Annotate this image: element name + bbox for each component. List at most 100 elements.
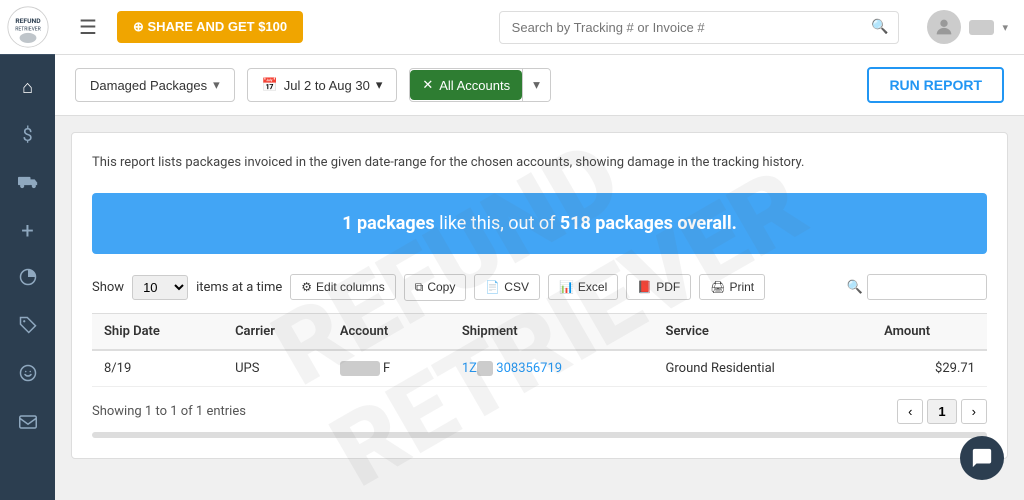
report-type-dropdown[interactable]: Damaged Packages ▾ bbox=[75, 68, 235, 102]
report-controls-bar: Damaged Packages ▾ 📅 Jul 2 to Aug 30 ▾ ✕… bbox=[55, 55, 1024, 116]
chat-icon bbox=[971, 447, 993, 469]
svg-text:RETRIEVER: RETRIEVER bbox=[15, 26, 41, 32]
svg-text:REFUND: REFUND bbox=[15, 17, 41, 25]
user-menu-chevron-icon: ▾ bbox=[1002, 21, 1008, 34]
stats-text-middle: like this, out of bbox=[439, 213, 560, 234]
run-report-button[interactable]: RUN REPORT bbox=[867, 67, 1004, 103]
date-range-chevron-icon: ▾ bbox=[376, 77, 383, 93]
logo-icon: REFUND RETRIEVER bbox=[7, 6, 49, 48]
edit-columns-label: Edit columns bbox=[316, 280, 385, 294]
col-shipment: Shipment bbox=[450, 313, 654, 350]
hamburger-button[interactable]: ☰ bbox=[71, 11, 105, 44]
navbar: ☰ ⊕ SHARE AND GET $100 🔍 ▾ bbox=[55, 0, 1024, 55]
col-service: Service bbox=[654, 313, 873, 350]
user-name bbox=[969, 20, 995, 35]
pagination-next-button[interactable]: › bbox=[961, 399, 987, 424]
accounts-button[interactable]: ✕ All Accounts bbox=[410, 70, 522, 100]
print-label: Print bbox=[729, 280, 754, 294]
excel-label: Excel bbox=[578, 280, 607, 294]
items-per-page-select[interactable]: 10 25 50 100 bbox=[132, 275, 188, 300]
main-content: ☰ ⊕ SHARE AND GET $100 🔍 ▾ REFUNDRETRIEV… bbox=[55, 0, 1024, 500]
pagination-area: Showing 1 to 1 of 1 entries ‹ 1 › bbox=[92, 399, 987, 424]
search-input[interactable] bbox=[499, 11, 899, 44]
avatar bbox=[927, 10, 961, 44]
report-content-box: This report lists packages invoiced in t… bbox=[71, 132, 1008, 459]
stats-total-count: 518 packages overall. bbox=[560, 213, 737, 234]
cell-amount: $29.71 bbox=[872, 350, 987, 387]
sidebar-item-smile[interactable] bbox=[0, 351, 55, 399]
col-carrier: Carrier bbox=[223, 313, 328, 350]
excel-button[interactable]: 📊 Excel bbox=[548, 274, 618, 300]
table-search-input[interactable] bbox=[867, 274, 987, 300]
table-search-icon: 🔍 bbox=[847, 280, 863, 295]
accounts-chevron-icon: ▾ bbox=[533, 77, 540, 92]
logo[interactable]: REFUND RETRIEVER bbox=[0, 0, 55, 55]
excel-icon: 📊 bbox=[559, 280, 574, 294]
edit-columns-button[interactable]: ⚙ Edit columns bbox=[290, 274, 395, 300]
chart-icon bbox=[19, 268, 37, 291]
sidebar-item-dashboard[interactable]: ⌂ bbox=[0, 63, 55, 111]
pagination-page-1-button[interactable]: 1 bbox=[927, 399, 956, 424]
cell-shipment: 1Z 308356719 bbox=[450, 350, 654, 387]
date-range-dropdown[interactable]: 📅 Jul 2 to Aug 30 ▾ bbox=[247, 68, 398, 102]
calendar-icon: 📅 bbox=[262, 77, 278, 93]
cell-account: F bbox=[328, 350, 450, 387]
user-menu[interactable]: ▾ bbox=[927, 10, 1008, 44]
pagination-prev-button[interactable]: ‹ bbox=[897, 399, 923, 424]
report-description: This report lists packages invoiced in t… bbox=[92, 153, 987, 173]
smile-icon bbox=[19, 364, 37, 387]
home-icon: ⌂ bbox=[22, 77, 33, 98]
accounts-label: All Accounts bbox=[439, 78, 510, 93]
sidebar-item-messages[interactable] bbox=[0, 399, 55, 447]
copy-label: Copy bbox=[427, 280, 455, 294]
print-icon: 🖨 bbox=[710, 280, 725, 294]
col-ship-date: Ship Date bbox=[92, 313, 223, 350]
table-search-area: 🔍 bbox=[847, 274, 987, 300]
content-area: REFUNDRETRIEVER Damaged Packages ▾ 📅 Jul… bbox=[55, 55, 1024, 500]
table-header-row: Ship Date Carrier Account Shipment Servi… bbox=[92, 313, 987, 350]
accounts-chevron-button[interactable]: ▾ bbox=[522, 69, 550, 101]
sidebar-item-reports[interactable] bbox=[0, 255, 55, 303]
csv-icon: 📄 bbox=[485, 280, 500, 294]
report-type-label: Damaged Packages bbox=[90, 78, 207, 93]
mail-icon bbox=[19, 413, 37, 434]
tag-icon bbox=[19, 316, 37, 339]
shipment-link[interactable]: 1Z 308356719 bbox=[462, 361, 562, 376]
truck-icon bbox=[18, 173, 38, 194]
sidebar: REFUND RETRIEVER ⌂ $ + bbox=[0, 0, 55, 500]
chat-widget[interactable] bbox=[960, 436, 1004, 480]
cell-service: Ground Residential bbox=[654, 350, 873, 387]
accounts-wrapper: ✕ All Accounts ▾ bbox=[409, 68, 550, 102]
pdf-label: PDF bbox=[656, 280, 680, 294]
sidebar-item-tags[interactable] bbox=[0, 303, 55, 351]
plus-icon: + bbox=[21, 219, 33, 244]
share-button[interactable]: ⊕ SHARE AND GET $100 bbox=[117, 11, 303, 43]
table-controls: Show 10 25 50 100 items at a time ⚙ Edit… bbox=[92, 274, 987, 301]
pdf-button[interactable]: 📕 PDF bbox=[626, 274, 691, 300]
items-at-a-time-label: items at a time bbox=[196, 280, 282, 295]
report-type-chevron-icon: ▾ bbox=[213, 77, 220, 93]
table-row: 8/19 UPS F 1Z 308356719 Ground Residenti… bbox=[92, 350, 987, 387]
stats-banner: 1 packages like this, out of 518 package… bbox=[92, 193, 987, 254]
horizontal-scrollbar[interactable] bbox=[92, 432, 987, 438]
csv-button[interactable]: 📄 CSV bbox=[474, 274, 540, 300]
pagination-buttons: ‹ 1 › bbox=[897, 399, 987, 424]
sidebar-item-shipments[interactable] bbox=[0, 159, 55, 207]
gear-icon: ⚙ bbox=[301, 280, 312, 294]
show-label: Show bbox=[92, 280, 124, 295]
sidebar-nav: ⌂ $ + bbox=[0, 63, 55, 447]
sidebar-item-add[interactable]: + bbox=[0, 207, 55, 255]
dollar-icon: $ bbox=[22, 125, 32, 146]
pagination-showing-text: Showing 1 to 1 of 1 entries bbox=[92, 404, 246, 419]
date-range-label: Jul 2 to Aug 30 bbox=[284, 78, 370, 93]
cell-ship-date: 8/19 bbox=[92, 350, 223, 387]
sidebar-item-billing[interactable]: $ bbox=[0, 111, 55, 159]
csv-label: CSV bbox=[504, 280, 529, 294]
print-button[interactable]: 🖨 Print bbox=[699, 274, 765, 300]
copy-button[interactable]: ⧉ Copy bbox=[404, 274, 467, 301]
search-container: 🔍 bbox=[499, 11, 899, 44]
times-icon: ✕ bbox=[422, 77, 433, 93]
stats-packages-count: 1 packages bbox=[342, 213, 434, 234]
col-amount: Amount bbox=[872, 313, 987, 350]
data-table: Ship Date Carrier Account Shipment Servi… bbox=[92, 313, 987, 387]
